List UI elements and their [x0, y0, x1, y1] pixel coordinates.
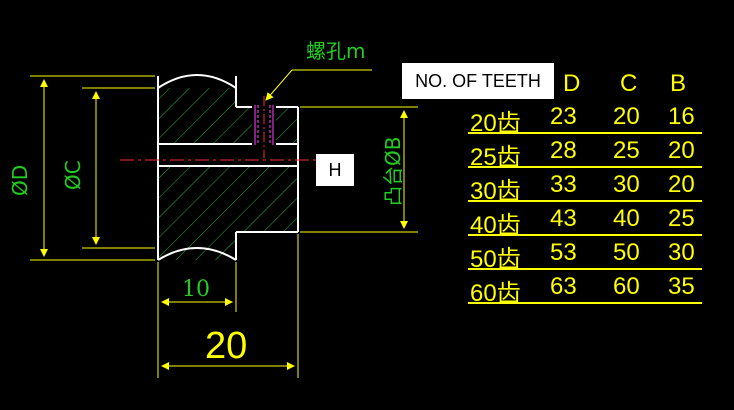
b-cell: 30: [668, 239, 695, 266]
c-cell: 40: [613, 205, 640, 232]
c-cell: 50: [613, 239, 640, 266]
col-header-c: C: [620, 70, 638, 97]
dimension-10-label: 10: [182, 277, 210, 302]
table-row: 25齿 28 25 20: [468, 134, 702, 171]
c-cell: 25: [613, 137, 640, 164]
teeth-cell: 40齿: [470, 212, 521, 239]
d-cell: 43: [550, 205, 577, 232]
d-cell: 23: [550, 103, 577, 130]
teeth-cell: 20齿: [470, 110, 521, 137]
teeth-cell: 25齿: [470, 144, 521, 171]
dimension-boss-label: 凸台ØB: [381, 137, 405, 206]
dimension-oc-label: ØC: [61, 160, 85, 190]
teeth-header: NO. OF TEETH: [402, 63, 554, 99]
table-row: 40齿 43 40 25: [468, 202, 702, 239]
teeth-cell: 50齿: [470, 246, 521, 273]
dimension-od: [30, 75, 155, 261]
d-cell: 63: [550, 273, 577, 300]
d-cell: 53: [550, 239, 577, 266]
c-cell: 30: [613, 171, 640, 198]
b-cell: 20: [668, 171, 695, 198]
table-row: 60齿 63 60 35: [468, 270, 702, 307]
b-cell: 25: [668, 205, 695, 232]
screw-hole: [252, 96, 276, 158]
d-cell: 28: [550, 137, 577, 164]
b-cell: 35: [668, 273, 695, 300]
table-row: 50齿 53 50 30: [468, 236, 702, 273]
c-cell: 60: [613, 273, 640, 300]
h-label: H: [316, 154, 354, 186]
table-row: 20齿 23 20 16: [468, 100, 702, 137]
dimension-20-label: 20: [205, 325, 247, 367]
teeth-cell: 30齿: [470, 178, 521, 205]
c-cell: 20: [613, 103, 640, 130]
screw-hole-leader: [265, 69, 372, 101]
d-cell: 33: [550, 171, 577, 198]
dimension-oc: [82, 87, 155, 249]
b-cell: 16: [668, 103, 695, 130]
table-row: 30齿 33 30 20: [468, 168, 702, 205]
dimension-od-label: ØD: [8, 165, 32, 196]
b-cell: 20: [668, 137, 695, 164]
col-header-b: B: [670, 70, 687, 97]
col-header-d: D: [563, 70, 581, 97]
teeth-cell: 60齿: [470, 280, 521, 307]
screw-hole-label: 螺孔m: [306, 39, 365, 63]
spec-table: 20齿 23 20 16 25齿 28 25 20 30齿 33 30 20 4…: [468, 100, 702, 307]
hatched-section: [158, 88, 298, 260]
